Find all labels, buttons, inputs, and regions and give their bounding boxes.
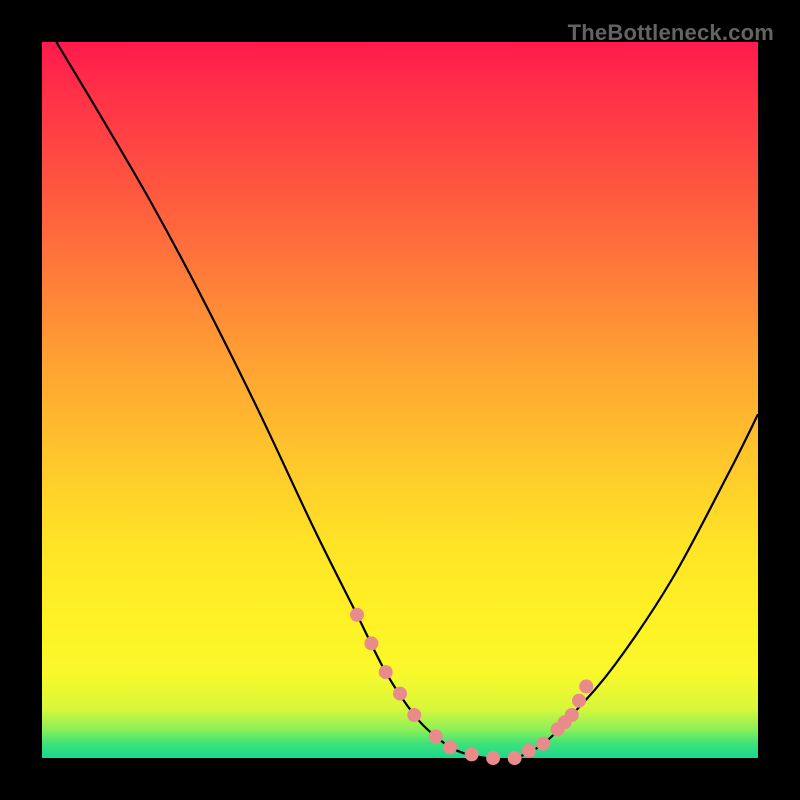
highlight-dots-group [350,608,593,765]
highlight-dot [443,740,457,754]
highlight-dot [522,744,536,758]
highlight-dot [536,737,550,751]
chart-plot-area [42,42,758,758]
watermark-text: TheBottleneck.com [568,20,774,46]
highlight-dot [465,747,479,761]
highlight-dot [364,636,378,650]
bottleneck-curve [56,42,758,759]
chart-svg [42,42,758,758]
highlight-dot [429,730,443,744]
highlight-dot [565,708,579,722]
chart-frame: TheBottleneck.com [20,20,780,780]
highlight-dot [379,665,393,679]
highlight-dot [393,687,407,701]
highlight-dot [350,608,364,622]
highlight-dot [579,679,593,693]
highlight-dot [572,694,586,708]
highlight-dot [407,708,421,722]
curve-path-group [56,42,758,759]
highlight-dot [508,751,522,765]
highlight-dot [486,751,500,765]
